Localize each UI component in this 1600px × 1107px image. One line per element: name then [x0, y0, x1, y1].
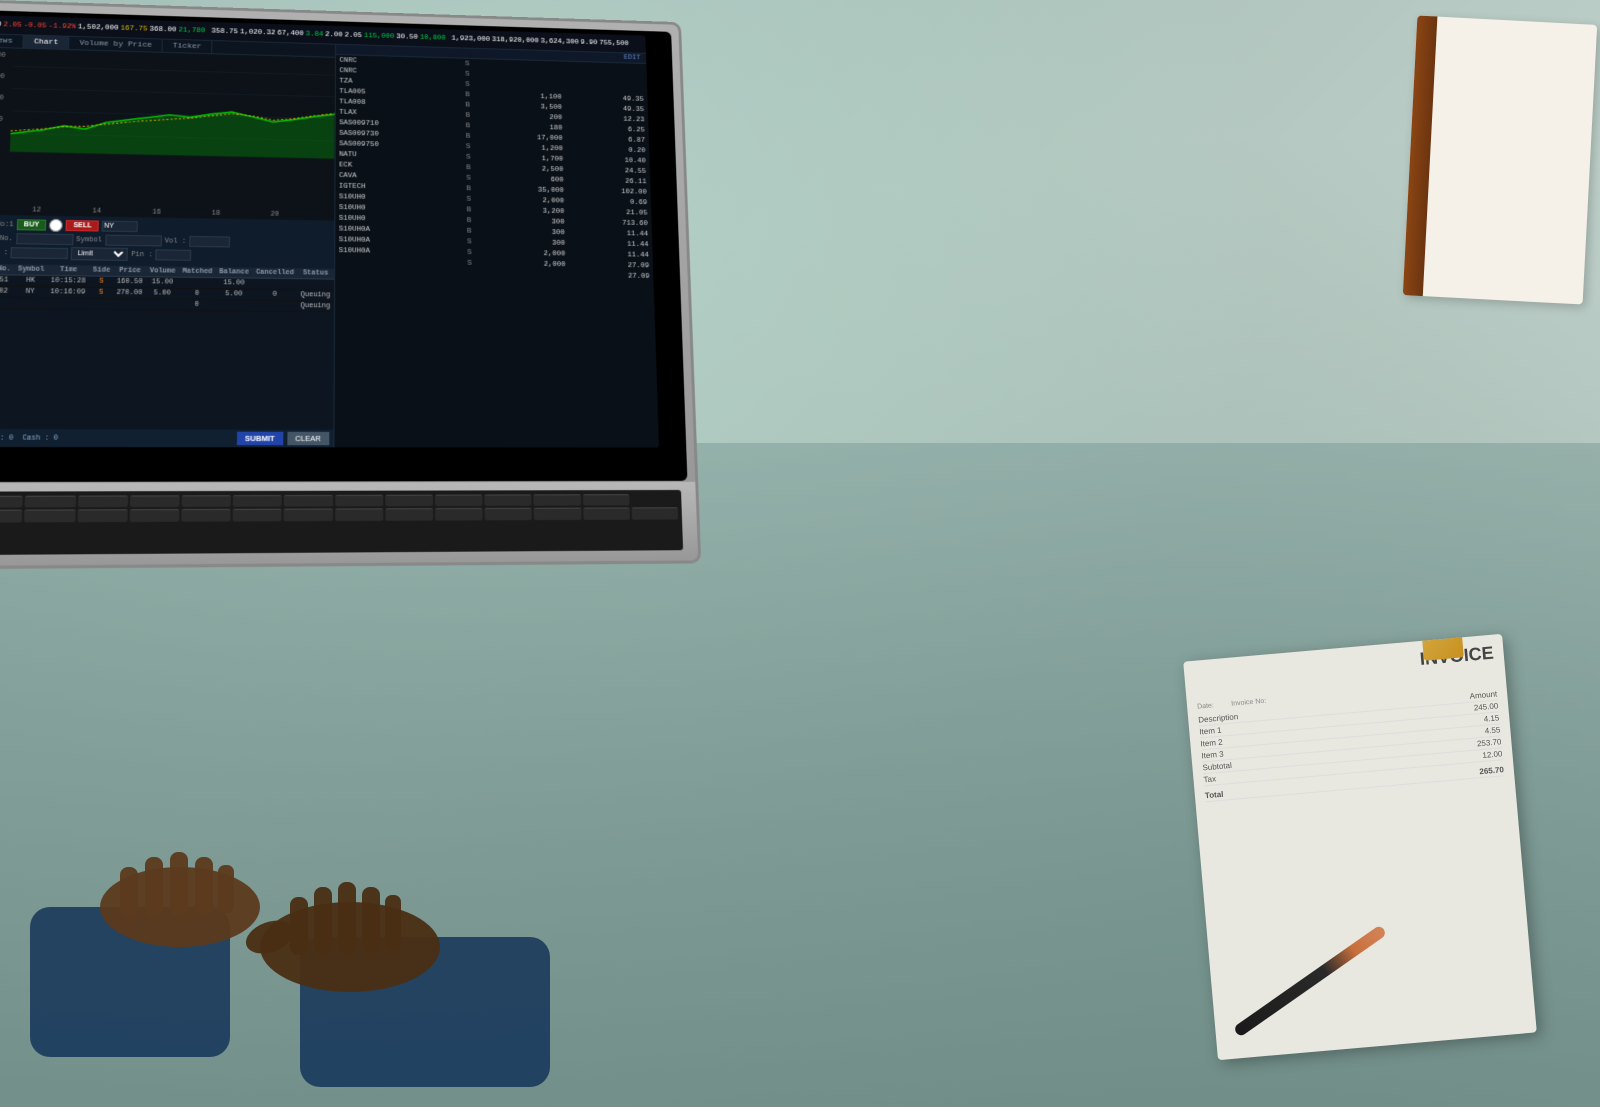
order-type-select[interactable]: Limit Market — [71, 247, 128, 261]
key — [485, 508, 532, 520]
action-buttons: SUBMIT CLEAR — [237, 432, 329, 446]
key — [485, 494, 532, 506]
key — [233, 509, 282, 521]
key — [181, 509, 231, 521]
submit-button[interactable]: SUBMIT — [237, 432, 283, 445]
exchange-input[interactable] — [102, 221, 138, 233]
order-book-table: CNRC S CNRC S — [335, 55, 654, 282]
key — [284, 495, 333, 507]
pin-input[interactable] — [156, 249, 192, 260]
key — [583, 494, 630, 506]
key — [335, 509, 383, 521]
key — [631, 508, 678, 520]
left-panel: News Chart Volume by Price Ticker 70.00 … — [0, 34, 336, 447]
orders-section: OrderNo. Symbol Time Side Price Volume M… — [0, 264, 334, 430]
order-no-input[interactable] — [16, 233, 74, 245]
key — [24, 510, 75, 522]
laptop: ADO 2.05 -0.05 -1.92% 1,502,000 167.75 3… — [0, 0, 819, 592]
key — [78, 495, 128, 507]
laptop-base — [0, 482, 701, 570]
main-area: News Chart Volume by Price Ticker 70.00 … — [0, 34, 659, 447]
edit-button[interactable]: EDIT — [624, 54, 641, 62]
key — [0, 510, 23, 522]
sell-radio[interactable] — [49, 219, 63, 232]
tab-news[interactable]: News — [0, 34, 24, 48]
key — [385, 495, 433, 507]
laptop-lid: ADO 2.05 -0.05 -1.92% 1,502,000 167.75 3… — [0, 0, 699, 494]
action-bar: Credit : 0 Cash : 0 SUBMIT CLEAR — [0, 429, 333, 447]
key — [182, 495, 232, 507]
screen-bezel: ADO 2.05 -0.05 -1.92% 1,502,000 167.75 3… — [0, 9, 687, 483]
clipboard: INVOICE Date: Invoice No: Description Am… — [1183, 634, 1537, 1060]
key — [534, 508, 581, 520]
key — [233, 495, 282, 507]
ticker-total: 1,923,000 318,920,000 3,624,300 9.90 755… — [451, 35, 628, 48]
trading-screen: ADO 2.05 -0.05 -1.92% 1,502,000 167.75 3… — [0, 15, 659, 448]
sell-button[interactable]: SELL — [66, 220, 99, 231]
order-entry: Olt No:1 BUY SELL OrderNo. Symbol — [0, 214, 334, 268]
key — [0, 496, 23, 508]
key — [583, 508, 630, 520]
chart-area: 70.00 68.00 66.00 64.00 — [0, 48, 335, 211]
keyboard — [0, 490, 683, 555]
page-wrapper: ADO 2.05 -0.05 -1.92% 1,502,000 167.75 3… — [0, 0, 1600, 1107]
key — [284, 509, 333, 521]
orders-table: OrderNo. Symbol Time Side Price Volume M… — [0, 264, 334, 313]
key — [335, 495, 383, 507]
key — [385, 508, 433, 520]
key — [435, 495, 483, 507]
notebook — [1403, 15, 1597, 304]
chart-svg — [0, 48, 335, 172]
clear-button[interactable]: CLEAR — [287, 432, 329, 445]
key — [77, 509, 128, 521]
key — [534, 494, 581, 506]
order-book: CNRC S CNRC S — [334, 55, 659, 448]
key — [130, 495, 180, 507]
price-input[interactable] — [11, 247, 69, 259]
right-panel: EDIT CNRC S — [334, 45, 659, 448]
ticker-mid: 358.75 1,020.32 67,400 3.84 2.00 2.05 11… — [211, 27, 446, 42]
symbol-input[interactable] — [105, 235, 162, 247]
tab-ticker[interactable]: Ticker — [163, 39, 213, 53]
vol-input[interactable] — [189, 236, 230, 248]
order-row-3: Price : Limit Market Pin : — [0, 246, 330, 264]
tab-chart[interactable]: Chart — [24, 35, 70, 49]
key — [129, 509, 179, 521]
buy-button[interactable]: BUY — [16, 219, 46, 230]
key — [435, 508, 483, 520]
key — [25, 496, 76, 508]
ticker-ado: ADO 2.05 -0.05 -1.92% 1,502,000 167.75 3… — [0, 20, 205, 34]
